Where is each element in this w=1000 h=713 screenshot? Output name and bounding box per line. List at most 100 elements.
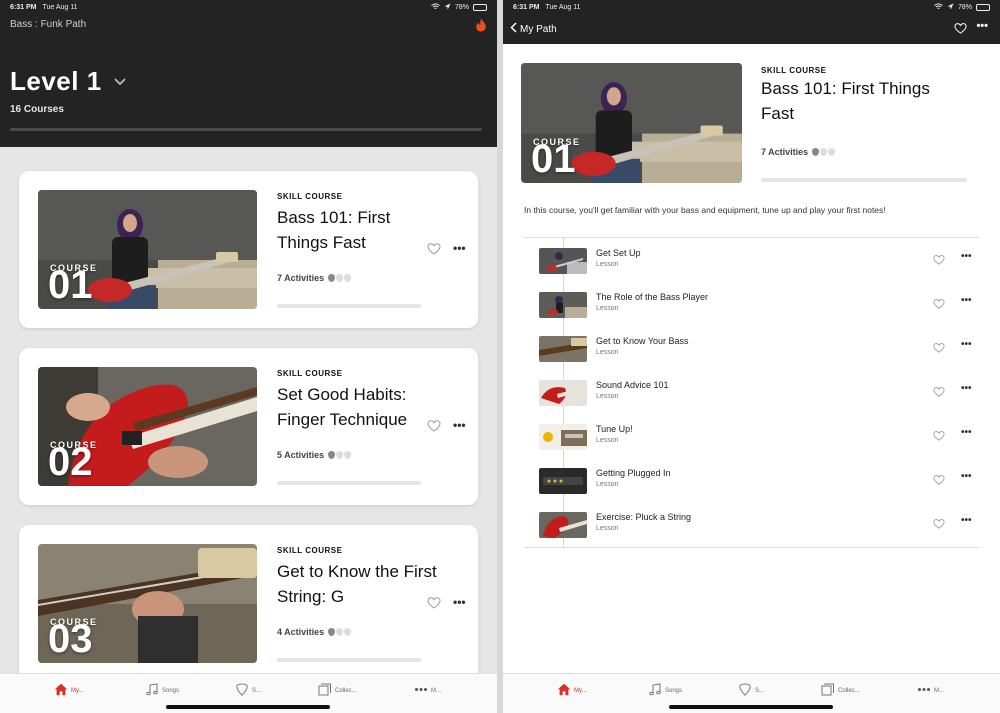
tab-more[interactable]: M... xyxy=(414,683,441,698)
heart-icon[interactable] xyxy=(933,473,945,485)
back-button[interactable]: My Path xyxy=(510,22,557,36)
lesson-title: Getting Plugged In xyxy=(596,468,671,478)
music-note-icon xyxy=(145,683,159,698)
course-card[interactable]: COURSE 01 SKILL COURSE Bass 101: First T… xyxy=(19,171,478,328)
activities-count: 5 Activities xyxy=(277,450,325,460)
lesson-item[interactable]: Get to Know Your Bass Lesson ••• xyxy=(524,326,979,370)
more-options-icon[interactable]: ••• xyxy=(453,595,466,609)
status-bar: 6:31 PM Tue Aug 11 78% xyxy=(0,0,497,14)
activities-count: 4 Activities xyxy=(277,627,325,637)
level-title[interactable]: Level 1 xyxy=(10,66,102,97)
heart-icon[interactable] xyxy=(427,596,441,610)
more-icon xyxy=(414,683,428,698)
collection-icon xyxy=(318,683,332,698)
tab-collections[interactable]: Collec... xyxy=(821,683,860,698)
tab-label: Collec... xyxy=(838,687,860,694)
guitar-pick-icon xyxy=(738,683,752,698)
course-list-pane: 6:31 PM Tue Aug 11 78% Bass : Funk Path … xyxy=(0,0,497,713)
more-options-icon[interactable]: ••• xyxy=(961,295,972,306)
more-options-icon[interactable]: ••• xyxy=(961,515,972,526)
difficulty-picks-icon xyxy=(812,148,836,156)
course-number: 02 xyxy=(48,440,93,484)
tab-more[interactable]: M... xyxy=(917,683,944,698)
heart-icon[interactable] xyxy=(933,429,945,441)
back-label: My Path xyxy=(520,23,557,35)
lesson-type: Lesson xyxy=(596,437,619,444)
lesson-type: Lesson xyxy=(596,305,619,312)
lesson-type: Lesson xyxy=(596,525,619,532)
more-options-icon[interactable]: ••• xyxy=(961,383,972,394)
tab-skills[interactable]: S... xyxy=(235,683,261,698)
tab-bar: My... Songs S... Collec... M... xyxy=(0,673,497,713)
difficulty-picks-icon xyxy=(328,451,352,459)
tab-my-path[interactable]: My... xyxy=(54,683,84,698)
tab-label: M... xyxy=(934,687,944,694)
tab-skills[interactable]: S... xyxy=(738,683,764,698)
lesson-item[interactable]: Getting Plugged In Lesson ••• xyxy=(524,458,979,502)
lesson-thumbnail xyxy=(539,336,587,362)
more-options-icon[interactable]: ••• xyxy=(961,471,972,482)
course-progress-bar xyxy=(761,178,967,182)
tab-label: S... xyxy=(755,687,765,694)
chevron-down-icon[interactable] xyxy=(114,74,126,86)
flame-icon[interactable] xyxy=(475,18,487,32)
tab-bar: My... Songs S... Collec... M... xyxy=(503,673,1000,713)
level-progress-bar xyxy=(10,128,482,131)
lesson-type: Lesson xyxy=(596,481,619,488)
lesson-thumbnail xyxy=(539,468,587,494)
lesson-title: The Role of the Bass Player xyxy=(596,292,709,302)
heart-icon[interactable] xyxy=(933,517,945,529)
course-thumbnail: COURSE 01 xyxy=(38,190,257,309)
more-options-icon[interactable]: ••• xyxy=(961,339,972,350)
home-indicator[interactable] xyxy=(669,705,833,709)
heart-icon[interactable] xyxy=(933,297,945,309)
wifi-icon xyxy=(431,2,440,12)
card-kicker: SKILL COURSE xyxy=(277,192,343,201)
more-options-icon[interactable]: ••• xyxy=(961,251,972,262)
heart-icon[interactable] xyxy=(933,341,945,353)
more-options-icon[interactable]: ••• xyxy=(453,241,466,255)
location-icon xyxy=(444,3,451,12)
activities-count: 7 Activities xyxy=(277,273,325,283)
tab-my-path[interactable]: My... xyxy=(557,683,587,698)
more-icon xyxy=(917,683,931,698)
lesson-item[interactable]: Exercise: Pluck a String Lesson ••• xyxy=(524,502,979,546)
tab-label: My... xyxy=(574,687,587,694)
tab-songs[interactable]: Songs xyxy=(145,683,179,698)
course-kicker: SKILL COURSE xyxy=(761,66,827,75)
lesson-item[interactable]: Get Set Up Lesson ••• xyxy=(524,238,979,282)
course-card[interactable]: COURSE 02 SKILL COURSE Set Good Habits: … xyxy=(19,348,478,505)
card-kicker: SKILL COURSE xyxy=(277,369,343,378)
more-options-icon[interactable]: ••• xyxy=(453,418,466,432)
heart-icon[interactable] xyxy=(427,419,441,433)
heart-icon[interactable] xyxy=(933,385,945,397)
card-activities: 4 Activities xyxy=(277,627,352,637)
more-options-icon[interactable]: ••• xyxy=(961,427,972,438)
more-options-icon[interactable]: ••• xyxy=(976,20,988,32)
heart-icon[interactable] xyxy=(427,242,441,256)
tab-collections[interactable]: Collec... xyxy=(318,683,357,698)
nav-bar: 6:31 PM Tue Aug 11 78% My Path ••• xyxy=(503,0,1000,44)
lesson-type: Lesson xyxy=(596,261,619,268)
difficulty-picks-icon xyxy=(328,628,352,636)
tab-label: S... xyxy=(252,687,262,694)
tab-songs[interactable]: Songs xyxy=(648,683,682,698)
heart-icon[interactable] xyxy=(954,22,967,35)
course-thumbnail: COURSE 02 xyxy=(38,367,257,486)
heart-icon[interactable] xyxy=(933,253,945,265)
level-header: 6:31 PM Tue Aug 11 78% Bass : Funk Path … xyxy=(0,0,497,147)
lesson-thumbnail xyxy=(539,424,587,450)
battery-icon xyxy=(976,3,990,11)
home-indicator[interactable] xyxy=(166,705,330,709)
music-note-icon xyxy=(648,683,662,698)
battery-percent: 78% xyxy=(454,3,469,11)
home-icon xyxy=(54,683,68,698)
lesson-item[interactable]: The Role of the Bass Player Lesson ••• xyxy=(524,282,979,326)
lesson-item[interactable]: Tune Up! Lesson ••• xyxy=(524,414,979,458)
card-title: Get to Know the First String: G xyxy=(277,562,437,606)
lesson-item[interactable]: Sound Advice 101 Lesson ••• xyxy=(524,370,979,414)
lesson-title: Get Set Up xyxy=(596,248,641,258)
course-number: 01 xyxy=(48,263,93,307)
course-card[interactable]: COURSE 03 SKILL COURSE Get to Know the F… xyxy=(19,525,478,682)
lesson-thumbnail xyxy=(539,380,587,406)
